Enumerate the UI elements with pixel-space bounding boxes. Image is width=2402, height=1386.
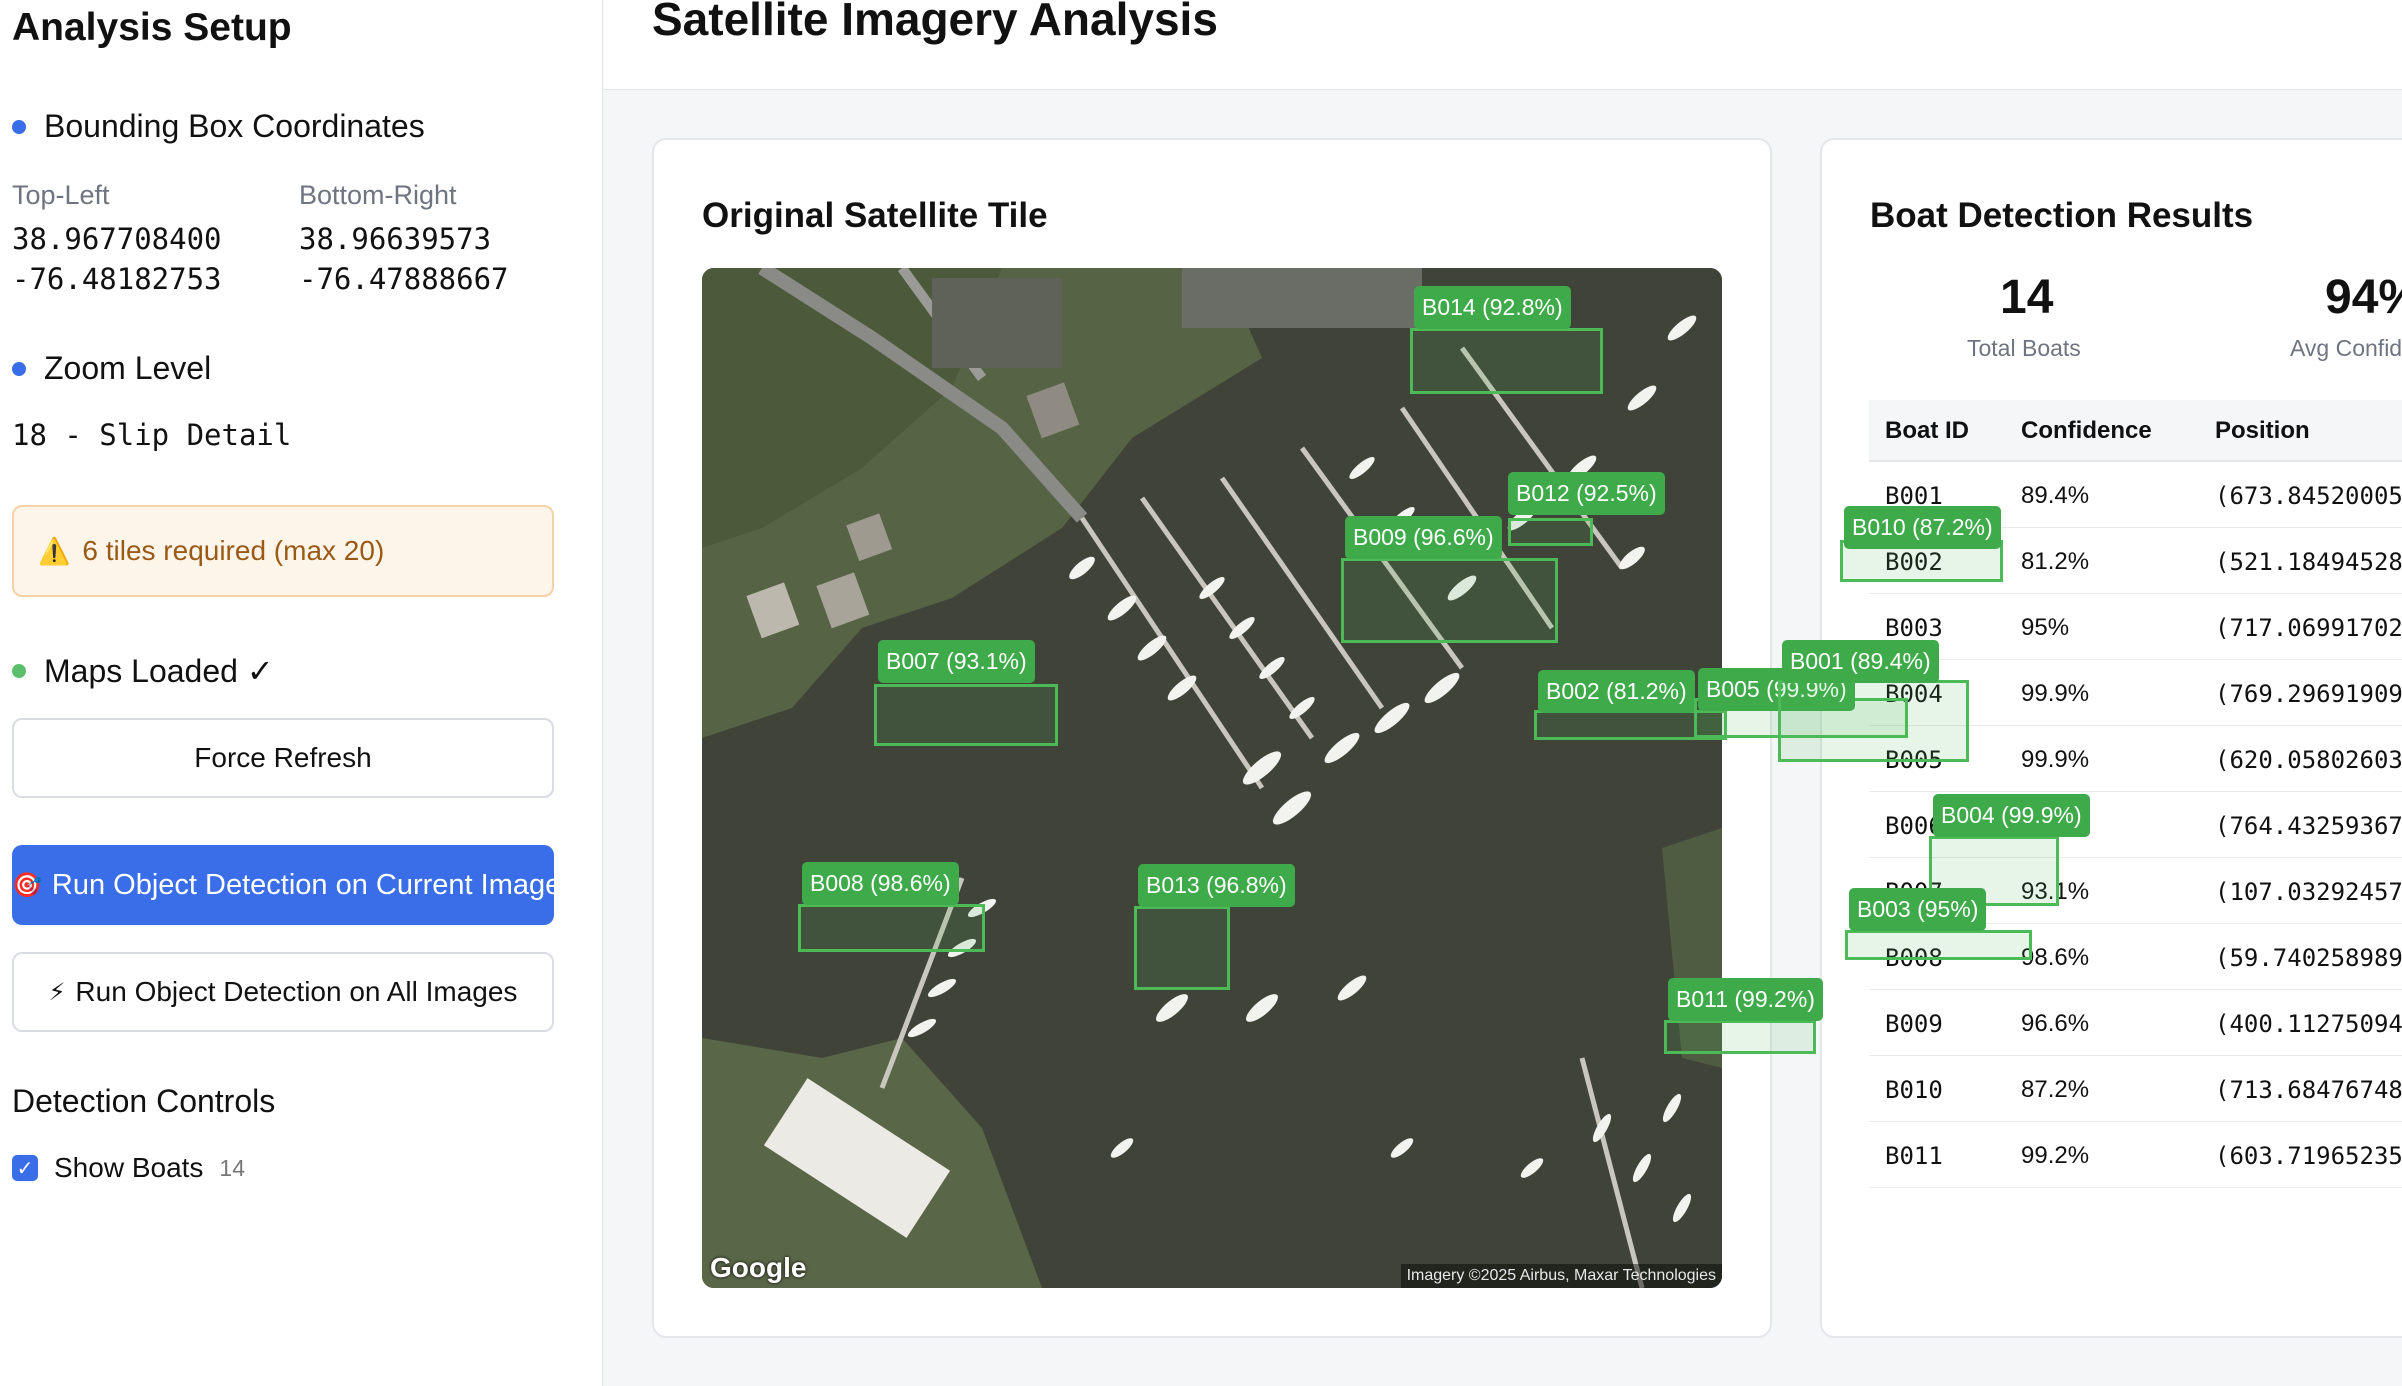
satellite-image-graphic xyxy=(702,268,1722,1288)
bbox-heading-label: Bounding Box Coordinates xyxy=(44,108,425,144)
satellite-tile-title: Original Satellite Tile xyxy=(702,196,1048,235)
table-row[interactable]: B009 96.6% (400.11275094 xyxy=(1869,990,2402,1056)
top-left-lon: -76.48182753 xyxy=(12,262,222,296)
force-refresh-button[interactable]: Force Refresh xyxy=(12,718,554,798)
target-icon: 🎯 xyxy=(12,871,42,899)
col-boat-id[interactable]: Boat ID xyxy=(1885,417,1969,445)
col-position[interactable]: Position xyxy=(2215,417,2310,445)
bottom-right-coords: Bottom-Right 38.96639573 -76.47888667 xyxy=(299,180,509,299)
detection-box[interactable] xyxy=(1341,558,1558,643)
imagery-attribution: Imagery ©2025 Airbus, Maxar Technologies xyxy=(1400,1264,1722,1288)
show-boats-checkbox[interactable]: ✓ xyxy=(12,1155,38,1181)
detection-label[interactable]: B014 (92.8%) xyxy=(1414,286,1571,329)
run-detection-current-label: Run Object Detection on Current Image xyxy=(51,868,554,901)
detection-box[interactable] xyxy=(1845,930,2032,960)
bbox-heading: Bounding Box Coordinates xyxy=(12,108,425,145)
detection-label[interactable]: B013 (96.8%) xyxy=(1138,864,1295,907)
results-title: Boat Detection Results xyxy=(1870,196,2254,235)
confidence-cell: 96.6% xyxy=(2021,1010,2090,1037)
confidence-cell: 95% xyxy=(2021,614,2070,641)
detection-box[interactable] xyxy=(1508,518,1593,546)
position-cell: (620.05802603 xyxy=(2215,746,2402,774)
show-boats-count: 14 xyxy=(219,1154,246,1181)
detection-box[interactable] xyxy=(798,904,985,952)
detection-label[interactable]: B002 (81.2%) xyxy=(1538,670,1695,713)
sidebar-title: Analysis Setup xyxy=(12,6,292,49)
detection-box[interactable] xyxy=(1778,680,1969,762)
google-logo: Google xyxy=(710,1252,807,1283)
zoom-heading-label: Zoom Level xyxy=(44,350,212,386)
avg-confidence-value: 94% xyxy=(2325,271,2402,324)
position-cell: (673.84520005 xyxy=(2215,482,2402,510)
position-cell: (713.68476748 xyxy=(2215,1076,2402,1104)
page-title: Satellite Imagery Analysis xyxy=(652,0,1218,45)
detection-box[interactable] xyxy=(1134,906,1230,990)
confidence-cell: 81.2% xyxy=(2021,548,2090,575)
boat-id-cell: B009 xyxy=(1885,1010,1943,1038)
detection-label[interactable]: B007 (93.1%) xyxy=(878,640,1035,683)
top-left-lat: 38.967708400 xyxy=(12,222,222,256)
top-left-coords: Top-Left 38.967708400 -76.48182753 xyxy=(12,180,222,299)
detection-controls-heading: Detection Controls xyxy=(12,1083,276,1119)
status-dot xyxy=(12,664,26,678)
status-dot xyxy=(12,119,26,134)
top-left-label: Top-Left xyxy=(12,180,110,210)
lightning-icon: ⚡ xyxy=(48,978,66,1006)
confidence-cell: 89.4% xyxy=(2021,482,2090,509)
detection-box[interactable] xyxy=(874,684,1058,746)
satellite-image: Google Imagery ©2025 Airbus, Maxar Techn… xyxy=(702,268,1722,1288)
results-table-header: Boat ID Confidence Position xyxy=(1869,400,2402,462)
boat-id-cell: B010 xyxy=(1885,1076,1943,1104)
boat-id-cell: B011 xyxy=(1885,1142,1943,1170)
detection-label[interactable]: B010 (87.2%) xyxy=(1844,506,2001,549)
zoom-level-value: 18 - Slip Detail xyxy=(12,418,292,452)
confidence-cell: 99.2% xyxy=(2021,1142,2090,1169)
maps-status-label: Maps Loaded ✓ xyxy=(44,653,274,689)
position-cell: (521.18494528 xyxy=(2215,548,2402,576)
detection-label[interactable]: B004 (99.9%) xyxy=(1933,794,2090,837)
status-dot xyxy=(12,361,26,376)
show-boats-toggle[interactable]: ✓ Show Boats 14 xyxy=(12,1152,245,1184)
run-detection-current-button[interactable]: 🎯 Run Object Detection on Current Image xyxy=(12,845,554,925)
table-row[interactable]: B010 87.2% (713.68476748 xyxy=(1869,1056,2402,1122)
detection-box[interactable] xyxy=(1664,1020,1816,1054)
position-cell: (764.43259367 xyxy=(2215,812,2402,840)
position-cell: (59.740258989 xyxy=(2215,944,2402,972)
table-row[interactable]: B011 99.2% (603.71965235 xyxy=(1869,1122,2402,1188)
position-cell: (107.03292457 xyxy=(2215,878,2402,906)
tiles-warning-text: 6 tiles required (max 20) xyxy=(82,535,385,566)
tiles-warning: ⚠️ 6 tiles required (max 20) xyxy=(12,505,554,597)
position-cell: (603.71965235 xyxy=(2215,1142,2402,1170)
detection-label[interactable]: B012 (92.5%) xyxy=(1508,472,1665,515)
col-confidence[interactable]: Confidence xyxy=(2021,417,2152,445)
total-boats-label: Total Boats xyxy=(1967,335,2081,361)
maps-status: Maps Loaded ✓ xyxy=(12,652,274,690)
detection-label[interactable]: B003 (95%) xyxy=(1849,888,1987,931)
detection-label[interactable]: B009 (96.6%) xyxy=(1345,516,1502,559)
confidence-cell: 99.9% xyxy=(2021,746,2090,773)
total-boats-value: 14 xyxy=(2000,271,2054,324)
boat-id-cell: B003 xyxy=(1885,614,1943,642)
confidence-cell: 87.2% xyxy=(2021,1076,2090,1103)
bottom-right-lon: -76.47888667 xyxy=(299,262,509,296)
detection-label[interactable]: B011 (99.2%) xyxy=(1668,978,1823,1021)
bottom-right-lat: 38.96639573 xyxy=(299,222,492,256)
run-detection-all-button[interactable]: ⚡ Run Object Detection on All Images xyxy=(12,952,554,1032)
position-cell: (717.06991702 xyxy=(2215,614,2402,642)
page-header: Satellite Imagery Analysis xyxy=(604,0,2402,90)
sidebar: Analysis Setup Bounding Box Coordinates … xyxy=(0,0,603,1386)
position-cell: (400.11275094 xyxy=(2215,1010,2402,1038)
position-cell: (769.29691909 xyxy=(2215,680,2402,708)
table-row[interactable]: B003 95% (717.06991702 xyxy=(1869,594,2402,660)
detection-label[interactable]: B001 (89.4%) xyxy=(1782,640,1939,683)
run-detection-all-label: Run Object Detection on All Images xyxy=(75,976,518,1007)
avg-confidence-label: Avg Confidence xyxy=(2290,335,2402,361)
warning-icon: ⚠️ xyxy=(38,535,71,566)
zoom-heading: Zoom Level xyxy=(12,350,211,387)
detection-box[interactable] xyxy=(1410,328,1603,394)
bottom-right-label: Bottom-Right xyxy=(299,180,457,210)
confidence-cell: 99.9% xyxy=(2021,680,2090,707)
show-boats-label: Show Boats xyxy=(54,1152,204,1183)
detection-label[interactable]: B008 (98.6%) xyxy=(802,862,959,905)
